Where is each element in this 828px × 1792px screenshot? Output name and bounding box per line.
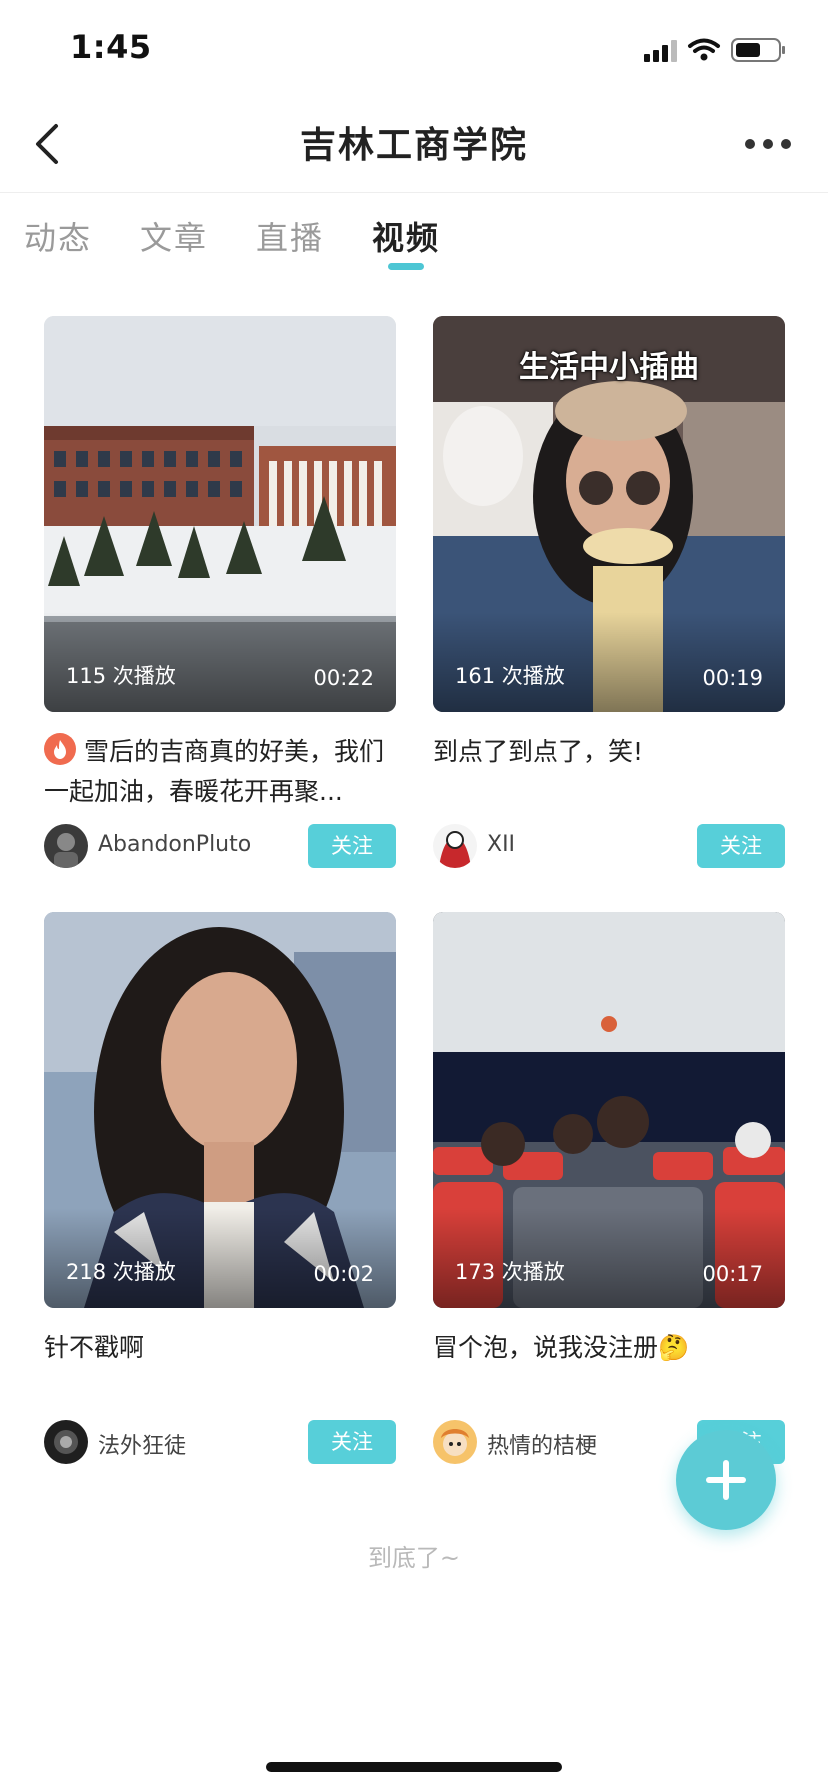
author-row: XII 关注: [433, 824, 785, 870]
status-icons: [642, 36, 792, 64]
author-row: 法外狂徒 关注: [44, 1420, 396, 1466]
avatar[interactable]: [433, 824, 477, 868]
video-card[interactable]: 115 次播放 00:22 雪后的吉商真的好美，我们一起加油，春暖花开再聚...…: [44, 316, 396, 870]
video-thumbnail[interactable]: 115 次播放 00:22: [44, 316, 396, 712]
author-name[interactable]: XII: [487, 832, 515, 857]
video-card[interactable]: 173 次播放 00:17 冒个泡，说我没注册🤔 热情的桔梗 关注: [433, 912, 785, 1466]
plus-icon: [706, 1460, 746, 1500]
tab-dynamic[interactable]: 动态: [24, 213, 92, 259]
tab-live[interactable]: 直播: [256, 213, 324, 259]
more-button[interactable]: [738, 126, 798, 162]
more-dots-icon: [745, 139, 791, 149]
view-count: 173 次播放: [455, 1260, 565, 1284]
video-duration: 00:19: [702, 666, 763, 690]
tab-articles[interactable]: 文章: [140, 213, 208, 259]
home-indicator: [266, 1762, 562, 1772]
video-title[interactable]: 针不戳啊: [44, 1328, 396, 1408]
video-title-text: 雪后的吉商真的好美，我们一起加油，春暖花开再聚...: [44, 737, 385, 806]
add-post-button[interactable]: [676, 1430, 776, 1530]
video-duration: 00:02: [313, 1262, 374, 1286]
video-title[interactable]: 雪后的吉商真的好美，我们一起加油，春暖花开再聚...: [44, 732, 396, 812]
follow-button[interactable]: 关注: [308, 824, 396, 868]
video-thumbnail[interactable]: 218 次播放 00:02: [44, 912, 396, 1308]
avatar[interactable]: [44, 824, 88, 868]
author-row: AbandonPluto 关注: [44, 824, 396, 870]
avatar[interactable]: [44, 1420, 88, 1464]
follow-button[interactable]: 关注: [697, 824, 785, 868]
tab-videos[interactable]: 视频: [372, 213, 440, 259]
fire-icon: [44, 733, 76, 765]
tab-active-indicator: [388, 263, 424, 270]
video-card[interactable]: 218 次播放 00:02 针不戳啊 法外狂徒 关注: [44, 912, 396, 1466]
video-title[interactable]: 到点了到点了，笑!: [433, 732, 785, 812]
view-count: 161 次播放: [455, 664, 565, 688]
follow-button[interactable]: 关注: [308, 1420, 396, 1464]
signal-wifi-battery-icons: [644, 38, 785, 62]
view-count: 218 次播放: [66, 1260, 176, 1284]
video-title[interactable]: 冒个泡，说我没注册🤔: [433, 1328, 785, 1408]
nav-bar: 吉林工商学院: [0, 96, 828, 193]
status-time: 1:45: [70, 28, 152, 66]
view-count: 115 次播放: [66, 664, 176, 688]
author-name[interactable]: AbandonPluto: [98, 832, 251, 857]
video-card[interactable]: 生活中小插曲 161 次播放 00:19 到点了到点了，笑! XII 关注: [433, 316, 785, 870]
video-thumbnail[interactable]: 173 次播放 00:17: [433, 912, 785, 1308]
author-name[interactable]: 热情的桔梗: [487, 1428, 597, 1460]
video-thumbnail[interactable]: 生活中小插曲 161 次播放 00:19: [433, 316, 785, 712]
video-duration: 00:22: [313, 666, 374, 690]
tab-bar: 动态 文章 直播 视频: [0, 205, 828, 285]
page-title: 吉林工商学院: [299, 125, 528, 166]
video-duration: 00:17: [702, 1262, 763, 1286]
status-bar: 1:45: [0, 0, 828, 96]
author-name[interactable]: 法外狂徒: [98, 1428, 186, 1460]
avatar[interactable]: [433, 1420, 477, 1464]
video-overlay-caption: 生活中小插曲: [519, 350, 699, 385]
end-of-list-text: 到底了~: [367, 1544, 461, 1572]
